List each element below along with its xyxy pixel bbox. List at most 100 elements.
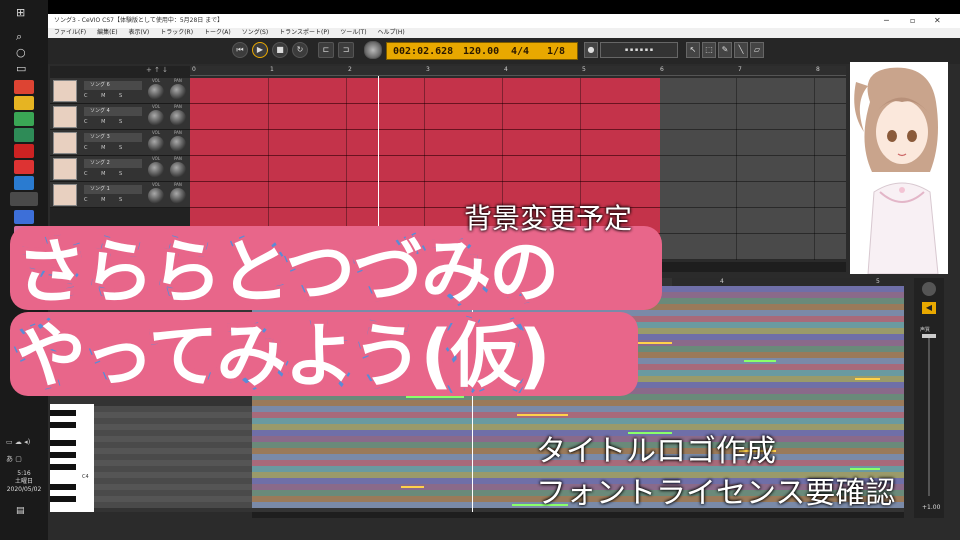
menu-song[interactable]: ソング(S) [242, 29, 269, 36]
pan-knob[interactable] [170, 84, 186, 100]
maximize-button[interactable]: ▫ [910, 14, 915, 28]
black-key[interactable] [50, 410, 76, 416]
black-key[interactable] [50, 484, 76, 490]
volume-knob[interactable] [148, 188, 164, 204]
track-header[interactable]: ソング 1 C M S VOL PAN [50, 182, 190, 208]
menu-help[interactable]: ヘルプ(H) [378, 29, 405, 36]
beat-display[interactable]: 4/4 [511, 46, 529, 57]
black-key[interactable] [50, 464, 76, 470]
play-button[interactable]: ▶ [252, 42, 268, 58]
ime-indicator[interactable]: あ ▢ [6, 454, 46, 464]
track-header[interactable]: ソング 2 C M S VOL PAN [50, 156, 190, 182]
track-header[interactable]: ソング 4 C M S VOL PAN [50, 104, 190, 130]
track-lane-region[interactable] [190, 104, 660, 130]
volume-knob[interactable] [148, 162, 164, 178]
menu-transport[interactable]: トランスポート(P) [279, 29, 329, 36]
pitch-note[interactable] [855, 378, 880, 380]
menu-tools[interactable]: ツール(T) [340, 29, 366, 36]
minimize-button[interactable]: ─ [884, 14, 889, 28]
eraser-tool-icon[interactable]: ▱ [750, 42, 764, 58]
notification-icon[interactable]: ▤ [16, 504, 25, 518]
track-header[interactable]: ソング 6 C M S VOL PAN [50, 78, 190, 104]
track-name[interactable]: ソング 2 [84, 159, 142, 168]
tray-icons[interactable]: ▭ ☁ ◂) [6, 438, 46, 446]
search-icon[interactable]: ⌕ [16, 30, 22, 44]
taskbar-clock[interactable]: 5:16 土曜日 2020/05/02 [2, 470, 46, 494]
track-lane-region[interactable] [190, 78, 660, 104]
tempo-display[interactable]: 120.00 [463, 46, 499, 57]
volume-knob[interactable] [148, 110, 164, 126]
volume-knob[interactable] [148, 136, 164, 152]
black-key[interactable] [50, 496, 76, 502]
black-key[interactable] [50, 422, 76, 428]
track-options[interactable]: C M S [84, 145, 128, 151]
pitch-note[interactable] [744, 360, 776, 362]
track-lane-region[interactable] [190, 156, 660, 182]
track-lane-empty[interactable] [660, 130, 846, 156]
select-tool-icon[interactable]: ⬚ [702, 42, 716, 58]
quantize-display[interactable]: 1/8 [547, 46, 565, 57]
task-view-icon[interactable]: ▭ [16, 62, 26, 76]
pencil-tool-icon[interactable]: ✎ [718, 42, 732, 58]
track-lane-empty[interactable] [660, 78, 846, 104]
track-name[interactable]: ソング 6 [84, 81, 142, 90]
marker-left-button[interactable]: ⊏ [318, 42, 334, 58]
windows-start-icon[interactable]: ⊞ [16, 6, 25, 20]
track-ruler[interactable]: 0 1 2 3 4 5 6 7 8 [190, 66, 846, 76]
volume-knob[interactable] [148, 84, 164, 100]
menu-view[interactable]: 表示(V) [128, 29, 149, 36]
track-options[interactable]: C M S [84, 197, 128, 203]
speaker-icon[interactable]: ◀ [922, 302, 936, 314]
pitch-note[interactable] [517, 414, 568, 416]
track-lane-empty[interactable] [660, 208, 846, 234]
pitch-note[interactable] [401, 486, 424, 488]
track-options[interactable]: C M S [84, 119, 128, 125]
pan-knob[interactable] [170, 188, 186, 204]
app-icon-blue[interactable] [14, 176, 34, 190]
piano-roll-hscroll[interactable] [252, 512, 904, 518]
stop-button[interactable]: ■ [272, 42, 288, 58]
track-options[interactable]: C M S [84, 171, 128, 177]
piano-roll-ruler[interactable]: 4 5 [672, 278, 904, 286]
menu-track[interactable]: トラック(R) [160, 29, 193, 36]
track-lane-empty[interactable] [660, 182, 846, 208]
track-name[interactable]: ソング 4 [84, 107, 142, 116]
rec-toggle-icon[interactable]: ● [584, 42, 598, 58]
voice-slider-track[interactable] [928, 336, 930, 496]
voice-slider-thumb[interactable] [922, 334, 936, 338]
line-tool-icon[interactable]: ╲ [734, 42, 748, 58]
master-volume-knob[interactable] [364, 41, 382, 59]
pointer-tool-icon[interactable]: ↖ [686, 42, 700, 58]
track-lane-empty[interactable] [660, 156, 846, 182]
track-header[interactable]: ソング 3 C M S VOL PAN [50, 130, 190, 156]
voice-knob[interactable] [922, 282, 936, 296]
cevio-taskbar-icon-active[interactable] [10, 192, 38, 206]
track-lane-empty[interactable] [660, 104, 846, 130]
track-options[interactable]: C M S [84, 93, 128, 99]
pan-knob[interactable] [170, 136, 186, 152]
pitch-note[interactable] [633, 342, 672, 344]
marker-right-button[interactable]: ⊐ [338, 42, 354, 58]
app-icon-line[interactable] [14, 128, 34, 142]
cortana-icon[interactable]: ○ [16, 46, 26, 60]
explorer-icon[interactable] [14, 96, 34, 110]
mode-switches[interactable]: ▪ ▪ ▪ ▪ ▪ ▪ [600, 42, 678, 58]
track-name[interactable]: ソング 3 [84, 133, 142, 142]
pan-knob[interactable] [170, 162, 186, 178]
menu-talk[interactable]: トーク(A) [204, 29, 231, 36]
menu-file[interactable]: ファイル(F) [54, 29, 86, 36]
chrome-icon[interactable] [14, 80, 34, 94]
close-button[interactable]: ✕ [934, 14, 941, 28]
piano-roll-lane-empty[interactable] [94, 502, 252, 508]
app-icon-red[interactable] [14, 144, 34, 158]
black-key[interactable] [50, 440, 76, 446]
loop-button[interactable]: ↻ [292, 42, 308, 58]
app-icon-green[interactable] [14, 112, 34, 126]
acrobat-icon[interactable] [14, 160, 34, 174]
black-key[interactable] [50, 452, 76, 458]
menu-edit[interactable]: 編集(E) [97, 29, 117, 36]
pan-knob[interactable] [170, 110, 186, 126]
track-lane-empty[interactable] [660, 234, 846, 260]
track-lane-region[interactable] [190, 130, 660, 156]
track-add-icons[interactable]: + ↑ ↓ [146, 66, 168, 74]
